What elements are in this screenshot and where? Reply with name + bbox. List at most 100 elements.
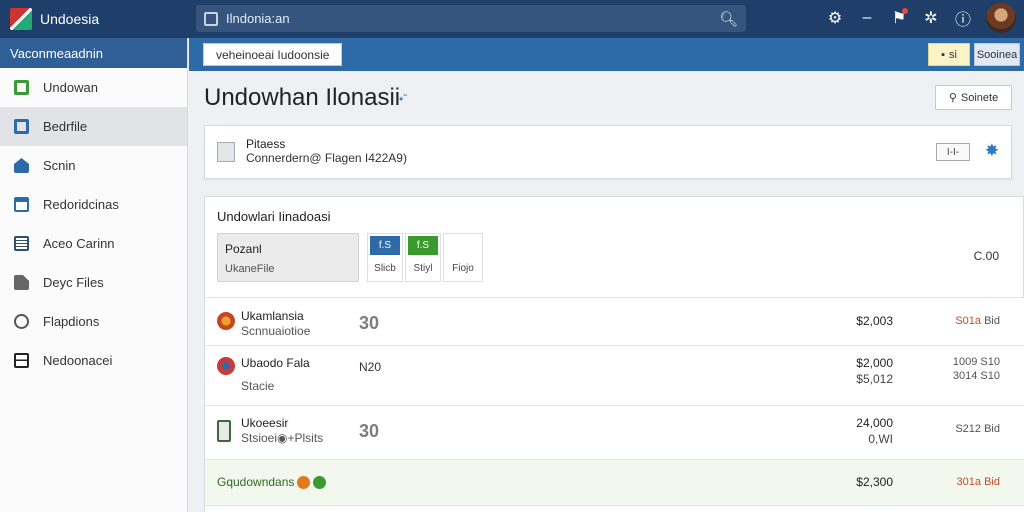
avatar[interactable]: [986, 3, 1016, 33]
sidebar-item-redoridcinas[interactable]: Redoridcinas: [0, 185, 187, 224]
sidebar-item-label: Bedrfile: [43, 119, 88, 134]
search-button[interactable]: ⚲ Soinete: [935, 85, 1012, 110]
row-amount-secondary: 0,WI: [868, 432, 893, 446]
sidebar-item-label: Redoridcinas: [43, 197, 119, 212]
search-bar[interactable]: 🔍︎: [196, 5, 746, 32]
sub-header: veheinoeai Iudoonsie ▪ si Sooinea: [189, 38, 1024, 71]
sidebar-item-label: Undowan: [43, 80, 98, 95]
row-amount: $2,000: [856, 356, 893, 370]
notifications-icon[interactable]: ⚑: [890, 8, 908, 28]
table-row[interactable]: Ubaodo Fala Stacie N20 $2,000 $5,012 100…: [205, 345, 1024, 405]
page-title: Undowhan Ilonasii: [204, 84, 401, 111]
status-dot-icon: [297, 476, 311, 490]
home-icon: [14, 158, 29, 173]
document-icon: [217, 142, 235, 162]
flag-icon: [217, 312, 235, 330]
row-percent: S212 Bid: [955, 423, 1000, 435]
summary-value: C.00: [973, 249, 999, 263]
details-panel: Undowlari Iinadoasi Pozanl UkaneFile f.S…: [204, 196, 1024, 512]
row-count: 30: [359, 313, 380, 333]
table-row[interactable]: Ukoeesir Stsioei◉+Plsits 30 24,000 0,WI …: [205, 405, 1024, 459]
search-button-label: Soinete: [960, 91, 999, 104]
row-count: 30: [359, 421, 380, 441]
tile-chip: f.S: [408, 236, 438, 255]
sidebar-item-bedrfile[interactable]: Bedrfile: [0, 107, 187, 146]
settings-icon[interactable]: ⚙: [826, 8, 844, 28]
sidebar-item-undowan[interactable]: Undowan: [0, 68, 187, 107]
selected-item-title: Pozanl: [225, 242, 262, 256]
sidebar-item-flapdions[interactable]: Flapdions: [0, 302, 187, 341]
refresh-icon: [14, 314, 29, 329]
sidebar-item-deyc-files[interactable]: Deyc Files: [0, 263, 187, 302]
section-title: Undowlari Iinadoasi: [217, 209, 331, 224]
collapse-icon[interactable]: –: [858, 9, 876, 27]
row-amount-secondary: $5,012: [856, 372, 893, 386]
row-percent-label: Bid: [984, 315, 1000, 327]
profile-icon: [14, 119, 29, 134]
info-card-subtitle: Connerdern@ Flagen I422A9): [246, 151, 407, 165]
info-card: Pitaess Connerdern@ Flagen I422A9) I-I- …: [204, 125, 1012, 179]
tools-icon[interactable]: ✲: [922, 8, 940, 28]
group-percent: 301a Bid: [957, 476, 1000, 488]
app-title: Undoesia: [40, 11, 100, 27]
chevron-down-icon[interactable]: •ˇ: [399, 92, 407, 106]
filter-button[interactable]: ▪ si: [928, 43, 970, 66]
table-row[interactable]: [205, 505, 1024, 512]
tile-stiyl[interactable]: f.S Stiyl: [405, 233, 441, 282]
sidebar-item-label: Aceo Carinn: [43, 236, 115, 251]
search-input[interactable]: [226, 11, 719, 26]
sidebar-item-label: Nedoonacei: [43, 353, 113, 368]
search-scope-icon: [204, 11, 218, 26]
row-percent-label: Bid: [984, 423, 1000, 435]
sidebar-item-label: Scnin: [43, 158, 76, 173]
help-icon[interactable]: ⓘ: [954, 6, 972, 30]
list-icon: [14, 236, 29, 251]
sidebar-item-aceo-carinn[interactable]: Aceo Carinn: [0, 224, 187, 263]
row-percent: S01a Bid: [955, 315, 1000, 327]
row-name: Ukamlansia: [241, 309, 304, 323]
group-row[interactable]: Gqudowndans $2,300 301a Bid: [205, 459, 1024, 505]
info-card-toggle-button[interactable]: I-I-: [936, 143, 970, 161]
sidebar: Vaconmeaadnin Undowan Bedrfile Scnin Red…: [0, 38, 188, 512]
star-icon[interactable]: ✸: [985, 141, 999, 161]
tile-label: Stiyl: [413, 263, 433, 274]
row-percent-value: 1009: [952, 356, 978, 368]
sidebar-item-label: Deyc Files: [43, 275, 104, 290]
table-icon: [14, 353, 29, 368]
row-percent-value: S212: [955, 423, 982, 435]
lock-icon: ▪: [941, 48, 945, 61]
tile-chip: f.S: [370, 236, 400, 255]
top-icons: ⚙ – ⚑ ✲ ⓘ: [826, 3, 1016, 33]
action-button[interactable]: Sooinea: [974, 43, 1020, 66]
selected-item-box[interactable]: Pozanl UkaneFile: [217, 233, 359, 282]
sidebar-item-label: Flapdions: [43, 314, 100, 329]
selected-item-subtitle: UkaneFile: [225, 263, 275, 275]
group-title-label: Gqudowndans: [217, 475, 295, 489]
sidebar-item-scnin[interactable]: Scnin: [0, 146, 187, 185]
row-amount: $2,003: [856, 314, 893, 328]
row-name: Ukoeesir: [241, 416, 289, 430]
grid-icon: [14, 80, 29, 95]
row-subtitle: Stsioei◉+Plsits: [241, 431, 324, 445]
sidebar-item-nedoonacei[interactable]: Nedoonacei: [0, 341, 187, 380]
sidebar-header: Vaconmeaadnin: [0, 38, 187, 68]
tile-label: Fiojo: [452, 263, 474, 274]
info-card-title: Pitaess: [246, 137, 286, 151]
search-icon[interactable]: 🔍︎: [719, 10, 738, 28]
table-row[interactable]: Ukamlansia Scnnuaiotioe 30 $2,003 S01a B…: [205, 297, 1024, 345]
row-percent-value: S01a: [955, 315, 982, 327]
row-percent-label: S10: [980, 356, 1000, 368]
row-subtitle: Stacie: [241, 379, 275, 393]
brand[interactable]: Undoesia: [0, 8, 190, 30]
tile-fiojo[interactable]: Fiojo: [443, 233, 483, 282]
app-logo-icon: [10, 8, 32, 30]
top-bar: Undoesia 🔍︎ ⚙ – ⚑ ✲ ⓘ: [0, 0, 1024, 38]
tile-slicb[interactable]: f.S Slicb: [367, 233, 403, 282]
tile-label: Slicb: [374, 263, 396, 274]
flag-icon: [217, 357, 235, 375]
row-percent-secondary: 3014 S10: [952, 370, 1000, 382]
breadcrumb[interactable]: veheinoeai Iudoonsie: [203, 43, 343, 66]
search-icon: ⚲: [948, 92, 957, 104]
group-title: Gqudowndans: [217, 475, 327, 490]
files-icon: [14, 275, 29, 290]
